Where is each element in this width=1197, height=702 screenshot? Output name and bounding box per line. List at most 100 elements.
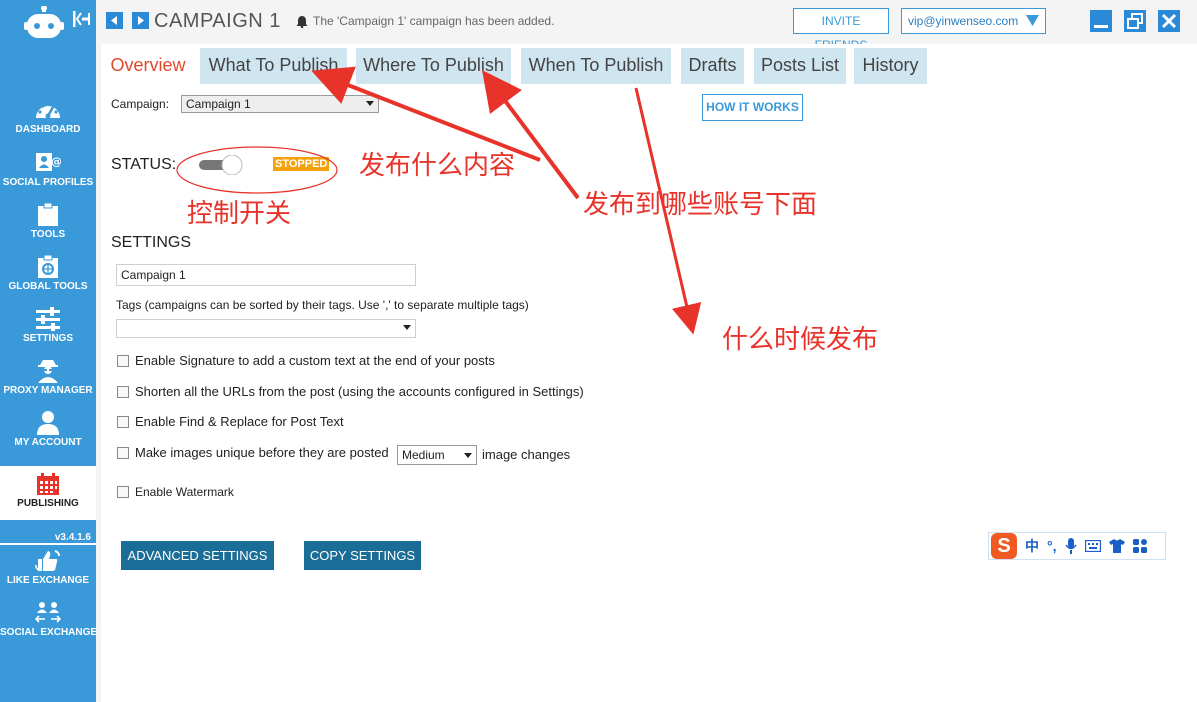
social-exchange-icon xyxy=(35,602,61,623)
sidebar-item-publishing[interactable]: PUBLISHING xyxy=(0,466,96,520)
image-changes-label: image changes xyxy=(482,447,571,462)
chevron-down-icon xyxy=(464,453,472,458)
find-replace-checkbox[interactable] xyxy=(117,415,129,428)
app-version: v3.4.1.6 xyxy=(54,532,91,543)
ime-toolbar[interactable]: S 中 °, xyxy=(988,532,1166,560)
sidebar-item-label: MY ACCOUNT xyxy=(14,437,82,448)
like-exchange-icon xyxy=(35,550,60,571)
invite-friends-button[interactable]: INVITE FRIENDS xyxy=(793,8,889,52)
tags-select[interactable] xyxy=(116,319,416,338)
sidebar-item-settings[interactable]: SETTINGS xyxy=(0,307,96,359)
tab-when-to-publish[interactable]: When To Publish xyxy=(521,48,671,84)
option-label: Enable Watermark xyxy=(135,485,234,499)
tab-posts-list[interactable]: Posts List xyxy=(754,48,846,84)
copy-settings-button[interactable]: COPY SETTINGS xyxy=(304,541,421,570)
sidebar-item-label: SOCIAL PROFILES xyxy=(2,177,94,188)
tools-icon xyxy=(38,203,58,226)
skin-shirt-icon[interactable] xyxy=(1108,539,1125,553)
close-button[interactable] xyxy=(1158,10,1180,32)
option-signature[interactable]: Enable Signature to add a custom text at… xyxy=(117,353,495,368)
option-label: Make images unique before they are poste… xyxy=(135,445,389,460)
how-it-works-button[interactable]: HOW IT WORKS xyxy=(702,94,803,121)
sidebar-item-label: SOCIAL EXCHANGE xyxy=(0,627,98,638)
minimize-icon xyxy=(1094,25,1108,28)
sidebar-item-label: GLOBAL TOOLS xyxy=(8,281,88,292)
sidebar-item-my-account[interactable]: MY ACCOUNT xyxy=(0,411,96,463)
calendar-icon xyxy=(37,473,59,495)
annotation-what: 发布什么内容 xyxy=(359,151,516,181)
sidebar-item-label: PROXY MANAGER xyxy=(3,385,93,396)
settings-title: SETTINGS xyxy=(111,234,192,251)
tab-history[interactable]: History xyxy=(854,48,927,84)
sidebar-item-label: SETTINGS xyxy=(22,333,73,344)
option-label: Enable Find & Replace for Post Text xyxy=(135,414,344,429)
account-menu[interactable]: vip@yinwenseo.com xyxy=(901,8,1046,34)
tags-label: Tags (campaigns can be sorted by their t… xyxy=(116,298,529,312)
status-label: STATUS: xyxy=(111,156,177,173)
svg-text:@: @ xyxy=(51,155,61,168)
status-badge: STOPPED xyxy=(273,157,330,171)
unique-images-checkbox[interactable] xyxy=(117,446,129,459)
previous-campaign-button[interactable] xyxy=(106,12,123,29)
collapse-sidebar-icon[interactable] xyxy=(72,10,92,28)
sidebar-item-social-exchange[interactable]: SOCIAL EXCHANGE xyxy=(0,601,98,653)
header: CAMPAIGN 1 The 'Campaign 1' campaign has… xyxy=(96,0,1197,52)
signature-checkbox[interactable] xyxy=(117,354,129,367)
sidebar: DASHBOARD @ SOCIAL PROFILES TOOLS GLOBAL… xyxy=(0,0,98,702)
sidebar-item-global-tools[interactable]: GLOBAL TOOLS xyxy=(0,255,96,307)
sidebar-item-proxy-manager[interactable]: PROXY MANAGER xyxy=(0,359,96,411)
campaign-name-input[interactable]: Campaign 1 xyxy=(116,264,416,286)
status-toggle[interactable] xyxy=(199,155,247,175)
image-change-level-select[interactable]: Medium xyxy=(397,445,477,465)
page-title: CAMPAIGN 1 xyxy=(154,10,281,32)
next-campaign-button[interactable] xyxy=(132,12,149,29)
settings-sliders-icon xyxy=(36,307,60,331)
sidebar-item-dashboard[interactable]: DASHBOARD xyxy=(0,98,96,150)
minimize-button[interactable] xyxy=(1090,10,1112,32)
chevron-down-icon xyxy=(1026,15,1039,26)
notification: The 'Campaign 1' campaign has been added… xyxy=(296,14,554,28)
arrow-right-icon xyxy=(138,16,144,25)
toolbox-grid-icon[interactable] xyxy=(1132,539,1147,553)
tab-overview[interactable]: Overview xyxy=(104,48,192,84)
arrow-left-icon xyxy=(111,16,117,25)
dashboard-icon xyxy=(36,101,60,119)
user-icon xyxy=(37,411,59,435)
account-email: vip@yinwenseo.com xyxy=(908,14,1019,28)
restore-button[interactable] xyxy=(1124,10,1146,32)
campaign-select[interactable]: Campaign 1 xyxy=(181,95,379,113)
shorten-urls-checkbox[interactable] xyxy=(117,385,129,398)
sidebar-item-tools[interactable]: TOOLS xyxy=(0,203,96,255)
campaign-label: Campaign: xyxy=(111,97,170,111)
close-icon xyxy=(1161,13,1177,29)
sidebar-item-like-exchange[interactable]: LIKE EXCHANGE xyxy=(0,549,96,601)
sidebar-item-social-profiles[interactable]: @ SOCIAL PROFILES xyxy=(0,151,96,203)
annotation-when: 什么时候发布 xyxy=(722,325,879,355)
ime-mode-toggle[interactable]: 中 xyxy=(1025,536,1039,556)
image-change-level-value: Medium xyxy=(402,448,445,462)
ime-punctuation-toggle[interactable]: °, xyxy=(1047,538,1057,554)
tab-what-to-publish[interactable]: What To Publish xyxy=(200,48,347,84)
option-unique-images[interactable]: Make images unique before they are poste… xyxy=(117,445,389,460)
chevron-down-icon xyxy=(366,101,374,106)
watermark-checkbox[interactable] xyxy=(117,486,129,498)
option-label: Enable Signature to add a custom text at… xyxy=(135,353,495,368)
robot-logo-icon[interactable] xyxy=(24,6,64,40)
sidebar-divider xyxy=(0,543,96,545)
sidebar-item-label: LIKE EXCHANGE xyxy=(6,575,90,586)
proxy-agent-icon xyxy=(38,360,58,383)
keyboard-icon[interactable] xyxy=(1084,540,1101,552)
advanced-settings-button[interactable]: ADVANCED SETTINGS xyxy=(121,541,274,570)
sogou-logo-icon[interactable]: S xyxy=(991,533,1017,559)
social-profiles-icon: @ xyxy=(36,153,61,171)
annotation-switch: 控制开关 xyxy=(187,199,292,229)
sidebar-item-label: PUBLISHING xyxy=(17,498,79,509)
microphone-icon[interactable] xyxy=(1064,538,1077,554)
tab-drafts[interactable]: Drafts xyxy=(681,48,744,84)
notification-text: The 'Campaign 1' campaign has been added… xyxy=(313,14,555,28)
option-shorten-urls[interactable]: Shorten all the URLs from the post (usin… xyxy=(117,384,584,399)
option-watermark[interactable]: Enable Watermark xyxy=(117,485,234,499)
tab-where-to-publish[interactable]: Where To Publish xyxy=(356,48,511,84)
option-find-replace[interactable]: Enable Find & Replace for Post Text xyxy=(117,414,344,429)
campaign-selected-value: Campaign 1 xyxy=(186,97,251,111)
